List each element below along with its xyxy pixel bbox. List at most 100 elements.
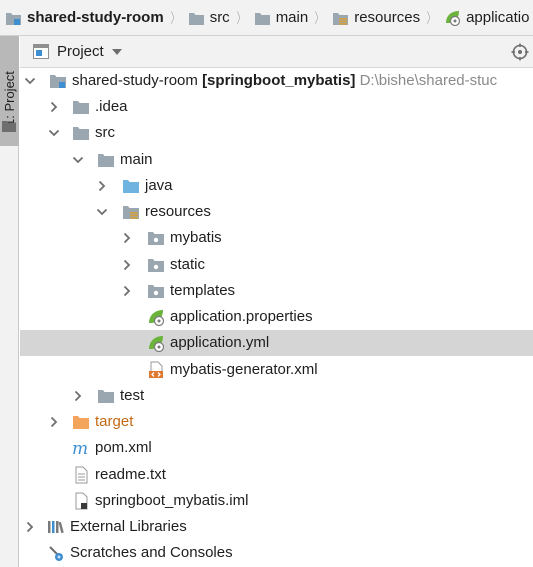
tree-item-iml[interactable]: springboot_mybatis.iml <box>20 488 533 514</box>
chevron-right-icon[interactable] <box>48 416 60 428</box>
folder-icon <box>254 12 270 25</box>
tree-item-resources[interactable]: resources <box>20 199 533 225</box>
breadcrumb-label: shared-study-room <box>27 9 164 26</box>
tree-item-application-properties[interactable]: application.properties <box>20 304 533 330</box>
chevron-right-icon[interactable] <box>121 232 133 244</box>
chevron-down-icon[interactable] <box>72 154 84 166</box>
ide-window: shared-study-room 〉 src 〉 main 〉 resourc… <box>0 0 533 567</box>
project-view-selector[interactable]: Project <box>57 43 104 60</box>
tree-label: application.properties <box>170 308 313 325</box>
tree-label: resources <box>145 203 211 220</box>
folder-icon <box>98 154 114 167</box>
breadcrumb-label: resources <box>354 9 421 26</box>
chevron-down-icon[interactable] <box>48 127 60 139</box>
tree-item-static[interactable]: static <box>20 252 533 278</box>
tree-item-target[interactable]: target <box>20 409 533 435</box>
tree-label: springboot_mybatis.iml <box>95 492 249 509</box>
tree-label: mybatis-generator.xml <box>170 361 318 378</box>
folder-icon <box>73 127 89 140</box>
breadcrumb: shared-study-room 〉 src 〉 main 〉 resourc… <box>0 0 533 36</box>
chevron-right-icon[interactable] <box>96 180 108 192</box>
chevron-down-icon[interactable] <box>111 48 122 55</box>
breadcrumb-label: src <box>209 9 230 26</box>
tree-item-mybatis[interactable]: mybatis <box>20 225 533 251</box>
chevron-right-icon[interactable] <box>121 285 133 297</box>
tree-label: main <box>120 151 153 168</box>
text-file-icon <box>75 466 88 484</box>
breadcrumb-item-main[interactable]: main 〉 <box>248 0 327 35</box>
tree-item-application-yml[interactable]: application.yml <box>20 330 533 356</box>
folder-icon <box>2 121 16 132</box>
breadcrumb-label: main <box>275 9 309 26</box>
svg-text:m: m <box>72 439 88 457</box>
breadcrumb-item-project[interactable]: shared-study-room 〉 <box>0 0 182 35</box>
chevron-right-icon: 〉 <box>426 9 436 26</box>
package-folder-icon <box>148 232 164 245</box>
tool-window-stripe: 1: Project <box>0 36 19 567</box>
tree-label: .idea <box>95 98 128 115</box>
spring-config-icon <box>149 310 165 326</box>
module-name: [springboot_mybatis] <box>202 72 356 89</box>
tree-label: shared-study-room [springboot_mybatis] D… <box>72 72 497 90</box>
spring-config-icon <box>446 11 461 26</box>
tree-item-src[interactable]: src <box>20 120 533 146</box>
tree-item-pom-xml[interactable]: m pom.xml <box>20 435 533 461</box>
tree-item-mybatis-generator-xml[interactable]: mybatis-generator.xml <box>20 357 533 383</box>
tree-label: application.yml <box>170 334 270 351</box>
xml-file-icon <box>149 361 163 378</box>
scratches-icon <box>49 546 63 561</box>
tree-label: java <box>145 177 173 194</box>
locate-file-icon[interactable] <box>511 43 529 61</box>
tree-item-java[interactable]: java <box>20 173 533 199</box>
folder-icon <box>188 12 204 25</box>
project-path: D:\bishe\shared-stuc <box>359 72 498 89</box>
tree-label: pom.xml <box>95 439 152 456</box>
module-icon <box>50 75 66 88</box>
chevron-right-icon[interactable] <box>24 521 36 533</box>
tree-item-root[interactable]: shared-study-room [springboot_mybatis] D… <box>20 68 533 94</box>
root-name: shared-study-room <box>72 72 198 89</box>
chevron-down-icon[interactable] <box>96 206 108 218</box>
tree-label: readme.txt <box>95 466 166 483</box>
tree-label: Scratches and Consoles <box>70 544 233 561</box>
folder-icon <box>73 101 89 114</box>
tree-label: static <box>170 256 206 273</box>
library-icon <box>48 521 64 534</box>
chevron-right-icon[interactable] <box>121 259 133 271</box>
module-icon <box>6 12 21 25</box>
breadcrumb-label: applicatio <box>466 9 530 26</box>
chevron-right-icon: 〉 <box>236 9 245 26</box>
tree-label: External Libraries <box>70 518 187 535</box>
resources-folder-icon <box>123 206 139 219</box>
tree-label: target <box>95 413 134 430</box>
package-folder-icon <box>148 259 164 272</box>
tree-item-scratches[interactable]: Scratches and Consoles <box>20 540 533 566</box>
tree-item-external-libraries[interactable]: External Libraries <box>20 514 533 540</box>
breadcrumb-item-src[interactable]: src 〉 <box>182 0 248 35</box>
tree-label: templates <box>170 282 236 299</box>
project-panel-header: Project <box>20 36 533 68</box>
breadcrumb-item-resources[interactable]: resources 〉 <box>326 0 438 35</box>
project-view-icon <box>33 44 49 59</box>
resources-folder-icon <box>333 12 349 25</box>
chevron-right-icon[interactable] <box>48 101 60 113</box>
tree-item-readme-txt[interactable]: readme.txt <box>20 462 533 488</box>
tree-label: mybatis <box>170 229 222 246</box>
tree-item-templates[interactable]: templates <box>20 278 533 304</box>
project-tool-window-tab[interactable]: 1: Project <box>0 36 19 146</box>
source-folder-icon <box>123 180 139 193</box>
excluded-folder-icon <box>73 416 89 429</box>
tree-item-test[interactable]: test <box>20 383 533 409</box>
tree-item-main[interactable]: main <box>20 147 533 173</box>
chevron-right-icon[interactable] <box>72 390 84 402</box>
module-file-icon <box>75 492 88 510</box>
tree-item-idea[interactable]: .idea <box>20 94 533 120</box>
package-folder-icon <box>148 285 164 298</box>
tree-label: src <box>95 124 115 141</box>
spring-config-icon <box>149 336 165 352</box>
folder-icon <box>98 390 114 403</box>
breadcrumb-item-application[interactable]: applicatio <box>438 0 529 35</box>
chevron-right-icon: 〉 <box>315 9 324 26</box>
project-tab-label: 1: Project <box>2 71 17 126</box>
chevron-down-icon[interactable] <box>24 75 36 87</box>
